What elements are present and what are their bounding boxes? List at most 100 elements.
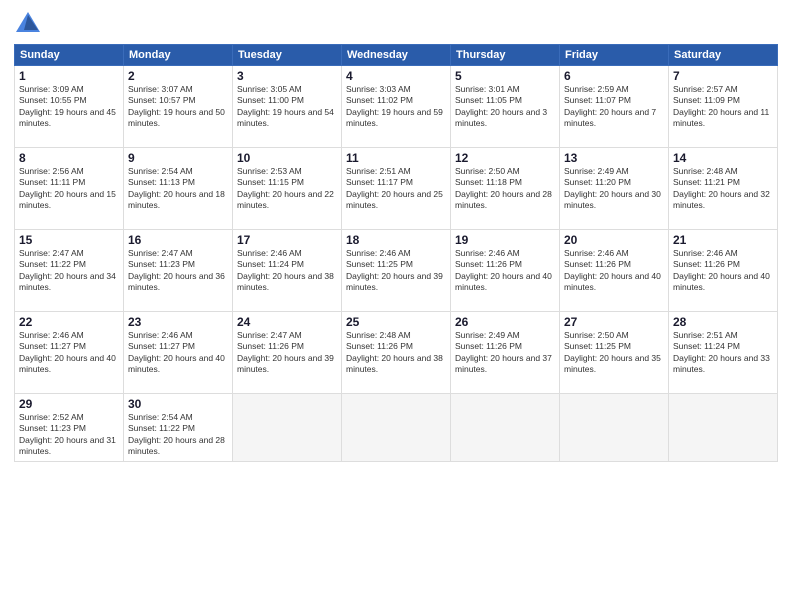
day-number: 17: [237, 233, 337, 247]
calendar-day: 13Sunrise: 2:49 AMSunset: 11:20 PMDaylig…: [560, 148, 669, 230]
calendar-day: 20Sunrise: 2:46 AMSunset: 11:26 PMDaylig…: [560, 230, 669, 312]
day-info: Sunrise: 3:03 AMSunset: 11:02 PMDaylight…: [346, 84, 446, 130]
calendar-day: 16Sunrise: 2:47 AMSunset: 11:23 PMDaylig…: [124, 230, 233, 312]
day-number: 18: [346, 233, 446, 247]
day-number: 14: [673, 151, 773, 165]
calendar-day: 21Sunrise: 2:46 AMSunset: 11:26 PMDaylig…: [669, 230, 778, 312]
day-number: 20: [564, 233, 664, 247]
header: [14, 10, 778, 38]
day-info: Sunrise: 2:49 AMSunset: 11:26 PMDaylight…: [455, 330, 555, 376]
calendar-day: 23Sunrise: 2:46 AMSunset: 11:27 PMDaylig…: [124, 312, 233, 394]
day-number: 12: [455, 151, 555, 165]
weekday-header-row: SundayMondayTuesdayWednesdayThursdayFrid…: [15, 45, 778, 66]
calendar-day: 6Sunrise: 2:59 AMSunset: 11:07 PMDayligh…: [560, 66, 669, 148]
day-info: Sunrise: 2:47 AMSunset: 11:22 PMDaylight…: [19, 248, 119, 294]
day-number: 23: [128, 315, 228, 329]
day-number: 24: [237, 315, 337, 329]
calendar-day: 18Sunrise: 2:46 AMSunset: 11:25 PMDaylig…: [342, 230, 451, 312]
calendar-day: [233, 394, 342, 462]
day-info: Sunrise: 2:46 AMSunset: 11:24 PMDaylight…: [237, 248, 337, 294]
day-info: Sunrise: 2:46 AMSunset: 11:25 PMDaylight…: [346, 248, 446, 294]
day-info: Sunrise: 2:47 AMSunset: 11:23 PMDaylight…: [128, 248, 228, 294]
day-info: Sunrise: 2:50 AMSunset: 11:25 PMDaylight…: [564, 330, 664, 376]
logo-icon: [14, 10, 42, 38]
weekday-header-monday: Monday: [124, 45, 233, 66]
logo: [14, 10, 46, 38]
calendar-day: 30Sunrise: 2:54 AMSunset: 11:22 PMDaylig…: [124, 394, 233, 462]
calendar-day: 7Sunrise: 2:57 AMSunset: 11:09 PMDayligh…: [669, 66, 778, 148]
calendar-day: 3Sunrise: 3:05 AMSunset: 11:00 PMDayligh…: [233, 66, 342, 148]
day-number: 4: [346, 69, 446, 83]
calendar-day: 12Sunrise: 2:50 AMSunset: 11:18 PMDaylig…: [451, 148, 560, 230]
day-info: Sunrise: 2:46 AMSunset: 11:26 PMDaylight…: [673, 248, 773, 294]
calendar-day: 5Sunrise: 3:01 AMSunset: 11:05 PMDayligh…: [451, 66, 560, 148]
calendar-day: 25Sunrise: 2:48 AMSunset: 11:26 PMDaylig…: [342, 312, 451, 394]
day-number: 10: [237, 151, 337, 165]
weekday-header-sunday: Sunday: [15, 45, 124, 66]
day-info: Sunrise: 2:54 AMSunset: 11:22 PMDaylight…: [128, 412, 228, 458]
calendar-day: 1Sunrise: 3:09 AMSunset: 10:55 PMDayligh…: [15, 66, 124, 148]
day-info: Sunrise: 2:48 AMSunset: 11:21 PMDaylight…: [673, 166, 773, 212]
calendar-day: 11Sunrise: 2:51 AMSunset: 11:17 PMDaylig…: [342, 148, 451, 230]
day-number: 22: [19, 315, 119, 329]
calendar-day: 9Sunrise: 2:54 AMSunset: 11:13 PMDayligh…: [124, 148, 233, 230]
calendar-day: [342, 394, 451, 462]
day-info: Sunrise: 2:51 AMSunset: 11:24 PMDaylight…: [673, 330, 773, 376]
day-info: Sunrise: 2:50 AMSunset: 11:18 PMDaylight…: [455, 166, 555, 212]
day-number: 30: [128, 397, 228, 411]
day-number: 9: [128, 151, 228, 165]
calendar-container: SundayMondayTuesdayWednesdayThursdayFrid…: [0, 0, 792, 612]
day-number: 25: [346, 315, 446, 329]
day-info: Sunrise: 2:46 AMSunset: 11:26 PMDaylight…: [455, 248, 555, 294]
calendar-week-row: 15Sunrise: 2:47 AMSunset: 11:22 PMDaylig…: [15, 230, 778, 312]
calendar-week-row: 8Sunrise: 2:56 AMSunset: 11:11 PMDayligh…: [15, 148, 778, 230]
weekday-header-saturday: Saturday: [669, 45, 778, 66]
day-number: 3: [237, 69, 337, 83]
calendar-day: 14Sunrise: 2:48 AMSunset: 11:21 PMDaylig…: [669, 148, 778, 230]
day-number: 26: [455, 315, 555, 329]
calendar-day: 29Sunrise: 2:52 AMSunset: 11:23 PMDaylig…: [15, 394, 124, 462]
calendar-day: 17Sunrise: 2:46 AMSunset: 11:24 PMDaylig…: [233, 230, 342, 312]
day-info: Sunrise: 3:05 AMSunset: 11:00 PMDaylight…: [237, 84, 337, 130]
day-number: 28: [673, 315, 773, 329]
calendar-day: 26Sunrise: 2:49 AMSunset: 11:26 PMDaylig…: [451, 312, 560, 394]
calendar-table: SundayMondayTuesdayWednesdayThursdayFrid…: [14, 44, 778, 462]
day-number: 5: [455, 69, 555, 83]
day-number: 16: [128, 233, 228, 247]
calendar-day: 2Sunrise: 3:07 AMSunset: 10:57 PMDayligh…: [124, 66, 233, 148]
day-number: 7: [673, 69, 773, 83]
day-info: Sunrise: 3:07 AMSunset: 10:57 PMDaylight…: [128, 84, 228, 130]
day-number: 27: [564, 315, 664, 329]
day-info: Sunrise: 2:48 AMSunset: 11:26 PMDaylight…: [346, 330, 446, 376]
day-number: 11: [346, 151, 446, 165]
calendar-day: 28Sunrise: 2:51 AMSunset: 11:24 PMDaylig…: [669, 312, 778, 394]
day-info: Sunrise: 3:01 AMSunset: 11:05 PMDaylight…: [455, 84, 555, 130]
day-info: Sunrise: 2:46 AMSunset: 11:27 PMDaylight…: [19, 330, 119, 376]
calendar-week-row: 29Sunrise: 2:52 AMSunset: 11:23 PMDaylig…: [15, 394, 778, 462]
calendar-day: [451, 394, 560, 462]
day-info: Sunrise: 2:56 AMSunset: 11:11 PMDaylight…: [19, 166, 119, 212]
calendar-week-row: 1Sunrise: 3:09 AMSunset: 10:55 PMDayligh…: [15, 66, 778, 148]
day-info: Sunrise: 2:53 AMSunset: 11:15 PMDaylight…: [237, 166, 337, 212]
day-number: 19: [455, 233, 555, 247]
day-number: 13: [564, 151, 664, 165]
day-number: 6: [564, 69, 664, 83]
calendar-day: 27Sunrise: 2:50 AMSunset: 11:25 PMDaylig…: [560, 312, 669, 394]
day-info: Sunrise: 2:59 AMSunset: 11:07 PMDaylight…: [564, 84, 664, 130]
calendar-day: 24Sunrise: 2:47 AMSunset: 11:26 PMDaylig…: [233, 312, 342, 394]
day-number: 15: [19, 233, 119, 247]
day-info: Sunrise: 2:51 AMSunset: 11:17 PMDaylight…: [346, 166, 446, 212]
day-info: Sunrise: 2:46 AMSunset: 11:27 PMDaylight…: [128, 330, 228, 376]
weekday-header-friday: Friday: [560, 45, 669, 66]
day-info: Sunrise: 3:09 AMSunset: 10:55 PMDaylight…: [19, 84, 119, 130]
day-info: Sunrise: 2:57 AMSunset: 11:09 PMDaylight…: [673, 84, 773, 130]
calendar-week-row: 22Sunrise: 2:46 AMSunset: 11:27 PMDaylig…: [15, 312, 778, 394]
weekday-header-wednesday: Wednesday: [342, 45, 451, 66]
calendar-day: [669, 394, 778, 462]
weekday-header-tuesday: Tuesday: [233, 45, 342, 66]
day-number: 8: [19, 151, 119, 165]
calendar-day: [560, 394, 669, 462]
day-info: Sunrise: 2:46 AMSunset: 11:26 PMDaylight…: [564, 248, 664, 294]
day-number: 1: [19, 69, 119, 83]
calendar-day: 15Sunrise: 2:47 AMSunset: 11:22 PMDaylig…: [15, 230, 124, 312]
